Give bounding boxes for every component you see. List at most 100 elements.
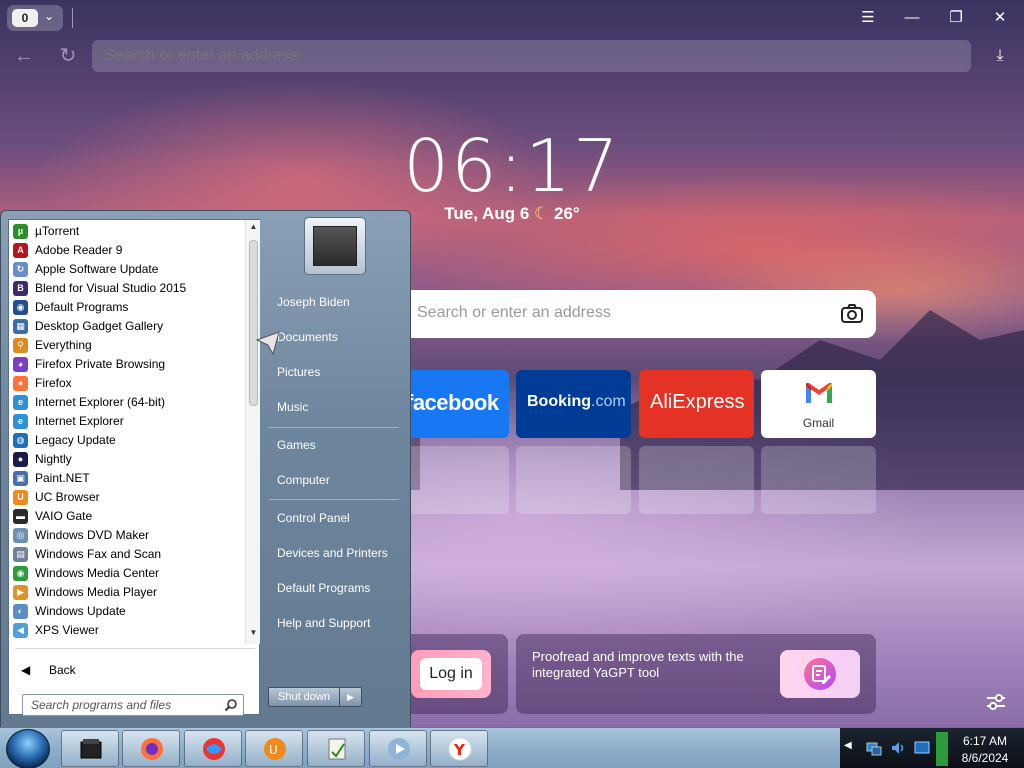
show-desktop-strip[interactable]: [936, 732, 948, 766]
start-right-music[interactable]: Music: [277, 396, 407, 418]
tray-time[interactable]: 6:17 AM: [952, 734, 1018, 748]
programs-list: µ µTorrent A Adobe Reader 9 ↻ Apple Software …: [9, 222, 245, 640]
start-right-computer[interactable]: Computer: [277, 469, 407, 491]
tray-date[interactable]: 8/6/2024: [952, 751, 1018, 765]
program-item[interactable]: ▬ VAIO Gate: [9, 507, 245, 526]
program-item[interactable]: ▤ Windows Fax and Scan: [9, 545, 245, 564]
speed-dial-booking[interactable]: Booking.com: [516, 370, 631, 438]
back-arrow-icon[interactable]: ←: [12, 45, 36, 69]
program-item[interactable]: ◉ Windows Media Center: [9, 564, 245, 583]
tab-counter-button[interactable]: 0 ⌄: [7, 5, 63, 31]
fax-scan-icon: ▤: [13, 547, 28, 562]
restore-icon[interactable]: ❐: [944, 6, 968, 30]
close-icon[interactable]: ✕: [988, 6, 1012, 30]
program-item[interactable]: ▦ Desktop Gadget Gallery: [9, 317, 245, 336]
scroll-down-icon[interactable]: ▼: [246, 628, 261, 640]
program-item[interactable]: ◉ Default Programs: [9, 298, 245, 317]
program-item[interactable]: ◀ XPS Viewer: [9, 621, 245, 640]
action-center-icon[interactable]: [914, 740, 930, 756]
program-item[interactable]: ◎ Windows DVD Maker: [9, 526, 245, 545]
program-label: Apple Software Update: [35, 262, 159, 276]
download-icon[interactable]: ⤓: [988, 44, 1012, 68]
gmail-icon: [806, 383, 832, 403]
program-item[interactable]: ▶ Windows Media Player: [9, 583, 245, 602]
speed-dial-empty-2[interactable]: [516, 446, 631, 514]
vaio-gate-taskbar-icon: [80, 739, 102, 759]
page-search-box[interactable]: Search or enter an address: [400, 290, 876, 338]
yagpt-icon-button[interactable]: [780, 650, 860, 698]
taskbar-button[interactable]: [122, 730, 180, 767]
program-item[interactable]: ◍ Legacy Update: [9, 431, 245, 450]
start-right-default-programs[interactable]: Default Programs: [277, 577, 407, 599]
start-right-documents[interactable]: Documents: [277, 326, 407, 348]
taskbar-button[interactable]: [307, 730, 365, 767]
sliders-settings-icon[interactable]: [984, 690, 1008, 714]
program-item[interactable]: ▣ Paint.NET: [9, 469, 245, 488]
start-right-control-panel[interactable]: Control Panel: [277, 507, 407, 529]
speed-dial-empty-1[interactable]: [394, 446, 509, 514]
program-item[interactable]: ⚲ Everything: [9, 336, 245, 355]
start-menu: µ µTorrent A Adobe Reader 9 ↻ Apple Software …: [0, 210, 411, 728]
start-right-pictures[interactable]: Pictures: [277, 361, 407, 383]
program-item[interactable]: µ µTorrent: [9, 222, 245, 241]
taskbar-button[interactable]: [61, 730, 119, 767]
booking-logo-text: Booking: [527, 393, 591, 410]
program-label: VAIO Gate: [35, 509, 93, 523]
user-picture[interactable]: [304, 217, 366, 275]
program-item[interactable]: B Blend for Visual Studio 2015: [9, 279, 245, 298]
firefox-icon: ●: [13, 376, 28, 391]
scrollbar-thumb[interactable]: [249, 240, 258, 406]
volume-icon[interactable]: [890, 740, 906, 756]
login-button[interactable]: Log in: [411, 650, 491, 698]
speed-dial-gmail[interactable]: Gmail: [761, 370, 876, 438]
program-item[interactable]: ◐ Windows Update: [9, 602, 245, 621]
address-bar-input[interactable]: [92, 40, 971, 72]
program-item[interactable]: ↻ Apple Software Update: [9, 260, 245, 279]
tray-expand-icon[interactable]: ◀: [844, 740, 852, 751]
yagpt-promo-card[interactable]: Proofread and improve texts with the int…: [516, 634, 876, 714]
shutdown-button[interactable]: Shut down: [268, 687, 340, 707]
minimize-icon[interactable]: —: [900, 6, 924, 30]
program-item[interactable]: ◕ Firefox Private Browsing: [9, 355, 245, 374]
camera-icon[interactable]: [840, 302, 864, 326]
network-icon[interactable]: [866, 740, 882, 756]
program-label: Windows Media Player: [35, 585, 158, 599]
program-item[interactable]: U UC Browser: [9, 488, 245, 507]
start-search-input[interactable]: Search programs and files: [22, 694, 244, 716]
taskbar-button[interactable]: [369, 730, 427, 767]
menu-icon[interactable]: ☰: [856, 6, 880, 30]
reload-icon[interactable]: ↻: [56, 45, 80, 69]
yagpt-promo-text: Proofread and improve texts with the int…: [532, 649, 744, 680]
moon-cloud-icon: ☾: [534, 204, 550, 223]
speed-dial-facebook[interactable]: facebook: [394, 370, 509, 438]
blend-icon: B: [13, 281, 28, 296]
search-icon[interactable]: [224, 698, 238, 712]
scroll-up-icon[interactable]: ▲: [246, 222, 261, 234]
start-right-games[interactable]: Games: [277, 434, 407, 456]
speed-dial-empty-3[interactable]: [639, 446, 754, 514]
program-item[interactable]: ● Firefox: [9, 374, 245, 393]
system-tray: ◀ 6:17 AM 8/6/2024: [840, 728, 1024, 768]
taskbar-button[interactable]: Y: [430, 730, 488, 767]
back-button[interactable]: ◀ Back: [21, 660, 221, 680]
speed-dial-aliexpress[interactable]: AliExpress: [639, 370, 754, 438]
program-label: Nightly: [35, 452, 72, 466]
program-item[interactable]: e Internet Explorer (64-bit): [9, 393, 245, 412]
shutdown-options-arrow-icon[interactable]: ▶: [340, 687, 362, 707]
program-label: Paint.NET: [35, 471, 90, 485]
adobe-reader-icon: A: [13, 243, 28, 258]
programs-scrollbar[interactable]: ▲ ▼: [245, 220, 260, 644]
taskbar-button[interactable]: U: [245, 730, 303, 767]
start-right-devices-printers[interactable]: Devices and Printers: [277, 542, 407, 564]
speed-dial-empty-4[interactable]: [761, 446, 876, 514]
program-item[interactable]: A Adobe Reader 9: [9, 241, 245, 260]
program-item[interactable]: e Internet Explorer: [9, 412, 245, 431]
program-item[interactable]: ● Nightly: [9, 450, 245, 469]
yandex-browser-taskbar-icon: Y: [448, 737, 472, 761]
taskbar-button[interactable]: [184, 730, 242, 767]
document-taskbar-icon: [328, 738, 346, 760]
start-right-help-support[interactable]: Help and Support: [277, 612, 407, 634]
start-right-user[interactable]: Joseph Biden: [277, 291, 407, 313]
programs-divider: [15, 648, 255, 649]
start-button-orb[interactable]: [6, 729, 50, 768]
